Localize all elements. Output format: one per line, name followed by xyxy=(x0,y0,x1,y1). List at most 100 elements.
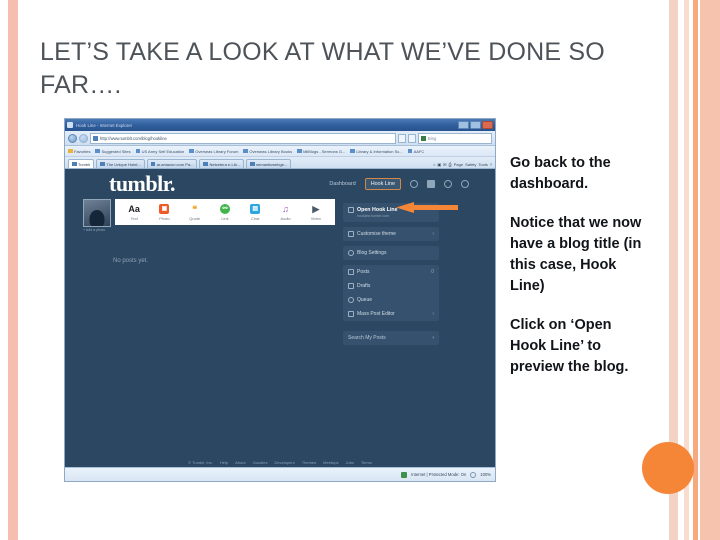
menu-page[interactable]: Page xyxy=(454,162,463,167)
video-icon: ▶ xyxy=(312,203,320,214)
tumblr-sidebar: Open Hook Line hookline.tumblr.com Custo… xyxy=(343,199,439,345)
favorite-link[interactable]: AAFC xyxy=(407,149,424,154)
sidebar-item-posts[interactable]: Posts 0 xyxy=(343,265,439,279)
zoom-level[interactable]: 100% xyxy=(480,472,491,477)
favorite-label: US Army Self Education xyxy=(141,148,185,154)
tumblr-body: + Add a photo Aa Text ▣ Photo ❝ Quote ⚯ … xyxy=(65,199,495,345)
mass-editor-icon xyxy=(348,311,354,317)
site-icon xyxy=(297,148,302,154)
help-button[interactable]: ? xyxy=(490,162,492,167)
window-controls[interactable] xyxy=(458,121,493,129)
footer-link-jobs[interactable]: Jobs xyxy=(346,460,354,465)
posts-icon xyxy=(348,269,354,275)
posts-label: Posts xyxy=(357,269,370,275)
blog-settings-label: Blog Settings xyxy=(357,250,387,256)
open-blog-label: Open Hook Line xyxy=(357,207,398,213)
sidebar-item-drafts[interactable]: Drafts xyxy=(343,279,439,293)
tumblr-logo[interactable]: tumblr. xyxy=(109,171,175,197)
decorative-circle xyxy=(642,442,694,494)
footer-link-goodies[interactable]: Goodies xyxy=(253,460,268,465)
footer-link-terms[interactable]: Terms xyxy=(361,460,372,465)
blog-title-badge[interactable]: Hook Line xyxy=(364,178,401,190)
stop-button[interactable] xyxy=(408,133,416,143)
right-accent-stripe-4 xyxy=(700,0,720,540)
browser-tab[interactable]: The Unique Hotel... xyxy=(96,159,145,168)
browser-tab[interactable]: Netcetera e-Lib... xyxy=(199,159,245,168)
favorite-link[interactable]: US Army Self Education xyxy=(135,148,185,154)
posts-count: 0 xyxy=(431,269,434,275)
avatar-wrapper: + Add a photo xyxy=(83,199,111,232)
brush-icon xyxy=(348,231,354,237)
avatar-caption[interactable]: + Add a photo xyxy=(83,228,111,232)
power-icon[interactable] xyxy=(461,180,469,188)
tab-favicon xyxy=(203,161,208,167)
site-icon xyxy=(350,148,355,154)
new-post-icon[interactable] xyxy=(410,180,418,188)
footer-link-meetups[interactable]: Meetups xyxy=(323,460,338,465)
mail-button[interactable]: ✉ xyxy=(443,162,446,167)
footer-link-developers[interactable]: Developers xyxy=(274,460,294,465)
sidebar-item-customise[interactable]: Customise theme › xyxy=(343,227,439,241)
browser-title-bar: Hook Line - Internet Explorer xyxy=(65,119,495,131)
favorite-link[interactable]: Overseas Library Books xyxy=(243,149,292,154)
zoom-icon[interactable] xyxy=(470,471,477,478)
post-type-label: Quote xyxy=(189,215,201,221)
favorite-link[interactable]: Suggested Sites xyxy=(95,148,131,154)
avatar[interactable] xyxy=(83,199,111,227)
maximize-button[interactable] xyxy=(470,121,481,129)
browser-tab[interactable]: semanticwebge... xyxy=(246,159,292,168)
footer-link-themes[interactable]: Themes xyxy=(302,460,316,465)
forward-button[interactable] xyxy=(79,133,88,143)
address-input[interactable]: http://www.tumblr.com/blog/hookline xyxy=(90,132,396,144)
print-button[interactable]: ⎙ xyxy=(449,162,452,167)
drafts-icon xyxy=(348,283,354,289)
favorite-link[interactable]: MilBlogs - Sermons G... xyxy=(297,149,345,154)
home-button[interactable]: ⌂ xyxy=(433,162,435,167)
tab-favicon xyxy=(150,161,156,167)
sidebar-post-group: Posts 0 Drafts Queue Mass Post Editor › xyxy=(343,265,439,321)
favorite-link[interactable]: Overseas Library Forum xyxy=(189,149,238,154)
favorites-label: Favorites xyxy=(74,148,91,154)
refresh-button[interactable] xyxy=(398,133,406,143)
post-type-video[interactable]: ▶ Video xyxy=(303,204,329,221)
minimize-button[interactable] xyxy=(458,121,469,129)
page-title: LET’S TAKE A LOOK AT WHAT WE’VE DONE SO … xyxy=(40,38,605,99)
post-type-quote[interactable]: ❝ Quote xyxy=(182,204,208,221)
browser-tab-tumblr[interactable]: Tumblr xyxy=(68,159,95,168)
post-type-label: Text xyxy=(130,215,138,221)
post-type-text[interactable]: Aa Text xyxy=(121,204,147,221)
menu-safety[interactable]: Safety xyxy=(465,162,476,167)
favorites-bar: Favorites Suggested Sites US Army Self E… xyxy=(65,146,495,157)
post-type-label: Audio xyxy=(280,215,291,221)
browser-tab[interactable]: ar.amazon.com Pa... xyxy=(146,159,198,168)
address-url-text: http://www.tumblr.com/blog/hookline xyxy=(100,135,167,141)
footer-link-about[interactable]: About xyxy=(235,460,245,465)
site-icon xyxy=(135,148,141,154)
messages-icon[interactable] xyxy=(427,180,435,188)
favorite-label: Suggested Sites xyxy=(101,148,131,154)
sidebar-item-queue[interactable]: Queue xyxy=(343,293,439,307)
back-button[interactable] xyxy=(68,133,77,143)
star-icon xyxy=(68,148,73,154)
sidebar-item-blog-settings[interactable]: Blog Settings xyxy=(343,246,439,260)
post-type-link[interactable]: ⚯ Link xyxy=(212,204,238,221)
post-type-audio[interactable]: ♫ Audio xyxy=(273,204,299,221)
dashboard-link[interactable]: Dashboard xyxy=(329,181,355,187)
gear-icon xyxy=(348,250,354,256)
post-type-photo[interactable]: ▣ Photo xyxy=(151,204,177,221)
search-my-posts-input[interactable]: Search My Posts › xyxy=(343,331,439,345)
post-type-label: Photo xyxy=(159,215,170,221)
search-input[interactable]: Bing xyxy=(418,132,492,144)
favorite-link[interactable]: Library & Information Sc... xyxy=(350,148,403,154)
feeds-button[interactable]: ▣ xyxy=(437,162,441,167)
gear-icon[interactable] xyxy=(444,180,452,188)
tab-label: Tumblr xyxy=(78,161,91,167)
sidebar-item-mass-post-editor[interactable]: Mass Post Editor › xyxy=(343,307,439,321)
post-type-chat[interactable]: ▤ Chat xyxy=(242,204,268,221)
page-favicon xyxy=(93,135,98,141)
security-zone-icon xyxy=(401,471,408,478)
footer-link-help[interactable]: Help xyxy=(220,460,228,465)
menu-tools[interactable]: Tools xyxy=(478,162,487,167)
close-button[interactable] xyxy=(482,121,493,129)
favorites-button[interactable]: Favorites xyxy=(68,149,90,154)
